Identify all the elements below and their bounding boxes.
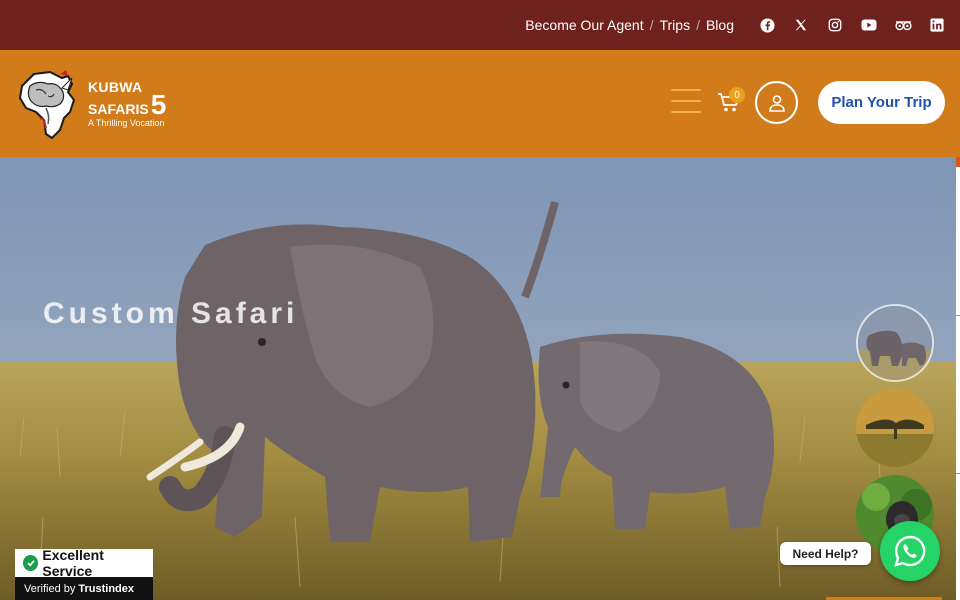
plan-your-trip-button[interactable]: Plan Your Trip	[818, 81, 945, 124]
nav-separator: /	[649, 17, 654, 33]
menu-hamburger-icon[interactable]	[671, 89, 701, 113]
top-nav: Become Our Agent / Trips / Blog	[525, 17, 734, 33]
facebook-icon[interactable]	[758, 16, 776, 34]
trustindex-badge[interactable]: Excellent Service Verified by Trustindex	[15, 547, 153, 600]
hero-title: Custom Safari	[43, 297, 299, 330]
savanna-thumbnail-image	[856, 389, 934, 467]
instagram-icon[interactable]	[826, 16, 844, 34]
slide-thumbnail-elephants[interactable]	[856, 304, 934, 382]
youtube-icon[interactable]	[860, 16, 878, 34]
badge-verified-brand: Trustindex	[78, 582, 134, 595]
hero-edge	[956, 157, 960, 600]
hero-divider	[956, 315, 960, 316]
hero-slider	[0, 157, 956, 600]
need-help-label[interactable]: Need Help?	[780, 542, 871, 565]
badge-verified-prefix: Verified by	[24, 582, 76, 595]
nav-link-trips[interactable]: Trips	[659, 17, 690, 33]
site-header: KUBWA SAFARIS 5 A Thrilling Vocation	[0, 50, 960, 157]
account-button[interactable]	[755, 81, 798, 124]
whatsapp-button[interactable]	[880, 521, 940, 581]
logo-number: 5	[150, 88, 167, 120]
nav-link-become-agent[interactable]: Become Our Agent	[525, 17, 643, 33]
hero-accent-bar	[956, 157, 960, 167]
x-twitter-icon[interactable]	[792, 16, 810, 34]
hero-elephants-image	[0, 157, 956, 600]
logo-wordmark: KUBWA SAFARIS 5 A Thrilling Vocation	[88, 80, 166, 128]
logo-tagline: A Thrilling Vocation	[88, 118, 165, 129]
badge-bottom: Verified by Trustindex	[15, 577, 153, 600]
hero-divider	[956, 473, 960, 474]
tripadvisor-icon[interactable]	[894, 16, 912, 34]
badge-title: Excellent Service	[42, 547, 104, 579]
user-icon	[768, 94, 785, 112]
slide-thumbnail-savanna[interactable]	[856, 389, 934, 467]
nav-separator: /	[696, 17, 700, 33]
site-logo[interactable]: KUBWA SAFARIS 5 A Thrilling Vocation	[16, 68, 176, 140]
whatsapp-icon	[894, 535, 926, 567]
linkedin-icon[interactable]	[928, 16, 946, 34]
africa-rhino-logo-icon	[18, 70, 76, 140]
social-links	[758, 16, 946, 34]
logo-line-2: SAFARIS 5	[88, 88, 167, 120]
cart-count-badge: 0	[729, 87, 745, 103]
top-bar: Become Our Agent / Trips / Blog	[0, 0, 960, 50]
nav-link-blog[interactable]: Blog	[706, 17, 734, 33]
logo-line-2-text: SAFARIS	[88, 101, 149, 118]
badge-top: Excellent Service	[15, 547, 153, 579]
check-circle-icon	[23, 555, 39, 571]
